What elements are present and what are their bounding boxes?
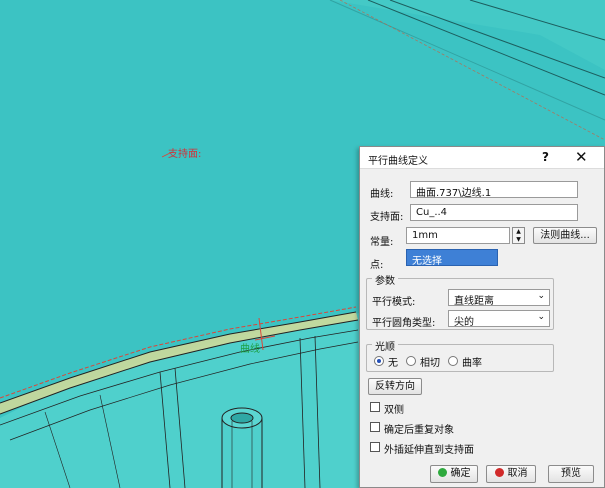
stepper-up-icon[interactable]: ▲	[513, 228, 524, 236]
reverse-direction-button[interactable]: 反转方向	[368, 378, 422, 395]
stepper-down-icon[interactable]: ▼	[513, 236, 524, 244]
parameters-group-title: 参数	[372, 272, 398, 287]
smooth-none-label: 无	[388, 358, 398, 369]
help-icon[interactable]: ?	[542, 150, 549, 164]
dialog-title: 平行曲线定义	[368, 156, 428, 167]
dialog-titlebar[interactable]: 平行曲线定义 ? ✕	[360, 147, 604, 169]
corner-type-label: 平行圆角类型:	[372, 318, 436, 329]
constant-label: 常量:	[370, 237, 394, 248]
point-field[interactable]: 无选择	[406, 249, 498, 266]
parallel-mode-value: 直线距离	[454, 296, 494, 307]
preview-button[interactable]: 预览	[548, 465, 594, 483]
parallel-mode-select[interactable]: 直线距离 ⌄	[448, 289, 550, 307]
curve-label: 曲线	[240, 344, 260, 355]
two-sides-checkbox[interactable]	[370, 402, 380, 412]
law-curve-button[interactable]: 法则曲线...	[533, 227, 597, 244]
smooth-curvature-label: 曲率	[462, 358, 482, 369]
cancel-button[interactable]: 取消	[486, 465, 536, 483]
cancel-icon	[494, 468, 504, 477]
ok-icon	[437, 468, 447, 477]
parallel-curve-dialog: 平行曲线定义 ? ✕ 曲线: 曲面.737\边线.1 支持面: Cu_..4 常…	[359, 146, 605, 488]
smooth-curvature-radio[interactable]	[448, 356, 458, 366]
chevron-down-icon: ⌄	[537, 312, 545, 322]
constant-input[interactable]: 1mm	[406, 227, 510, 244]
ok-button[interactable]: 确定	[430, 465, 478, 483]
curve-field[interactable]: 曲面.737\边线.1	[410, 181, 578, 198]
corner-type-select[interactable]: 尖的 ⌄	[448, 310, 550, 328]
smoothing-group-title: 光顺	[372, 338, 398, 353]
smooth-tangent-label: 相切	[420, 358, 440, 369]
ok-label: 确定	[450, 468, 471, 479]
point-label: 点:	[370, 260, 384, 271]
two-sides-label: 双侧	[384, 405, 404, 416]
cancel-label: 取消	[507, 468, 528, 479]
extrapolate-checkbox[interactable]	[370, 442, 380, 452]
curve-field-label: 曲线:	[370, 189, 394, 200]
constant-stepper[interactable]: ▲ ▼	[512, 227, 525, 244]
support-field-label: 支持面:	[370, 212, 404, 223]
chevron-down-icon: ⌄	[537, 291, 545, 301]
smooth-none-radio[interactable]	[374, 356, 384, 366]
support-surface-label: 支持面:	[168, 149, 202, 160]
smooth-tangent-radio[interactable]	[406, 356, 416, 366]
parallel-mode-label: 平行模式:	[372, 297, 416, 308]
corner-type-value: 尖的	[454, 317, 474, 328]
close-icon[interactable]: ✕	[575, 148, 588, 166]
extrapolate-label: 外插延伸直到支持面	[384, 445, 474, 456]
repeat-object-label: 确定后重复对象	[384, 425, 454, 436]
repeat-object-checkbox[interactable]	[370, 422, 380, 432]
support-field[interactable]: Cu_..4	[410, 204, 578, 221]
